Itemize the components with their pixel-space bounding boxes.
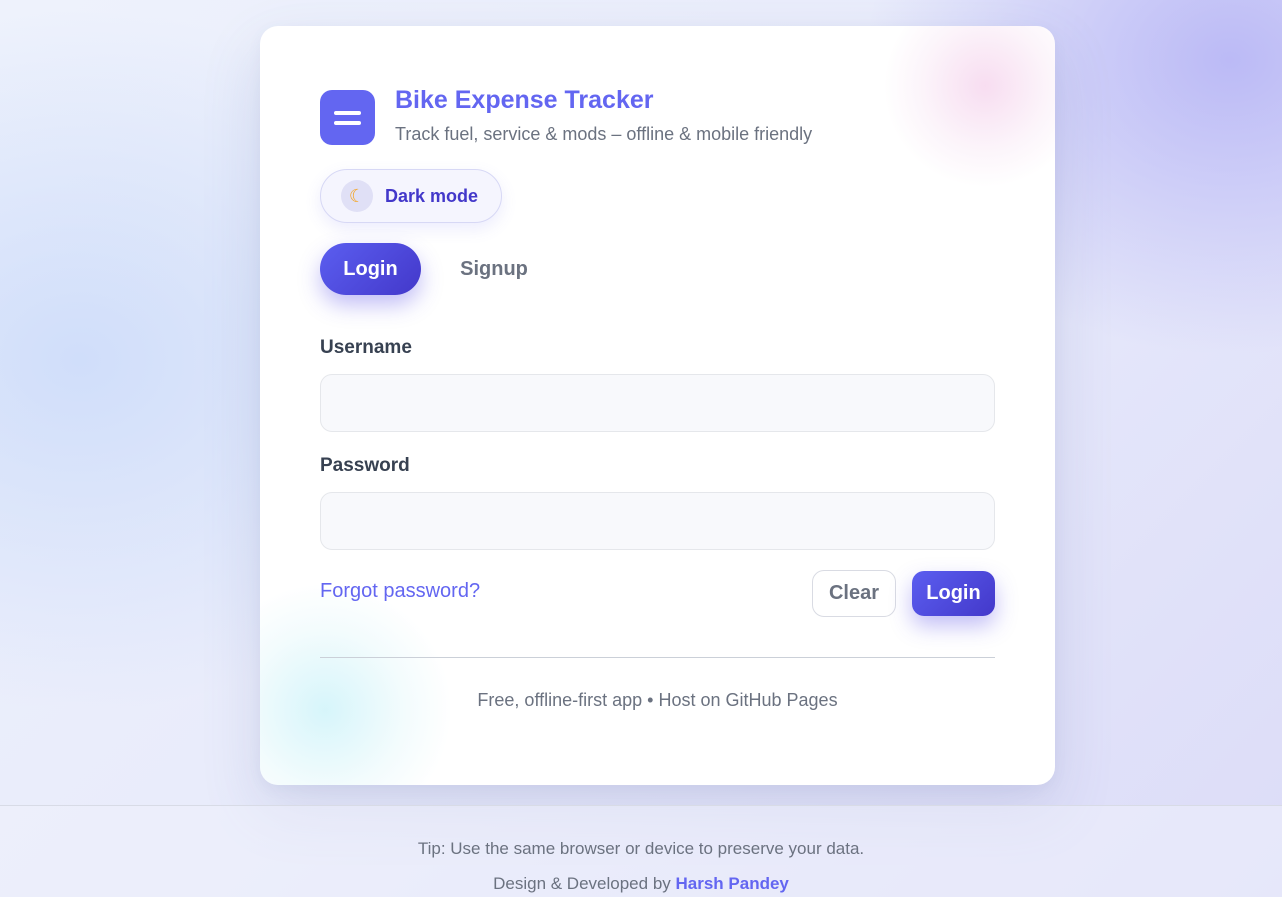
clear-button[interactable]: Clear: [812, 570, 896, 617]
footer-credit: Design & Developed by Harsh Pandey: [0, 874, 1282, 894]
card-note: Free, offline-first app • Host on GitHub…: [477, 690, 838, 710]
login-button[interactable]: Login: [912, 571, 995, 616]
author-link[interactable]: Harsh Pandey: [676, 874, 789, 893]
password-input[interactable]: [320, 492, 995, 550]
auth-card: Bike Expense Tracker Track fuel, service…: [260, 26, 1055, 785]
moon-icon: ☾: [341, 180, 373, 212]
forgot-password-link[interactable]: Forgot password?: [320, 580, 480, 603]
tab-signup[interactable]: Signup: [436, 243, 552, 295]
username-input[interactable]: [320, 374, 995, 432]
divider: [320, 657, 995, 658]
tab-login[interactable]: Login: [320, 243, 421, 295]
app-title: Bike Expense Tracker: [395, 86, 654, 114]
password-label: Password: [320, 455, 410, 476]
dark-mode-toggle[interactable]: ☾ Dark mode: [320, 169, 502, 223]
username-label: Username: [320, 337, 412, 358]
decorative-glow: [260, 585, 450, 785]
dark-mode-label: Dark mode: [385, 185, 479, 206]
footer-tip: Tip: Use the same browser or device to p…: [417, 839, 865, 858]
decorative-glow: [885, 26, 1055, 186]
credit-prefix: Design & Developed by: [493, 874, 676, 893]
app-subtitle: Track fuel, service & mods – offline & m…: [395, 124, 813, 144]
menu-icon: [320, 90, 375, 145]
